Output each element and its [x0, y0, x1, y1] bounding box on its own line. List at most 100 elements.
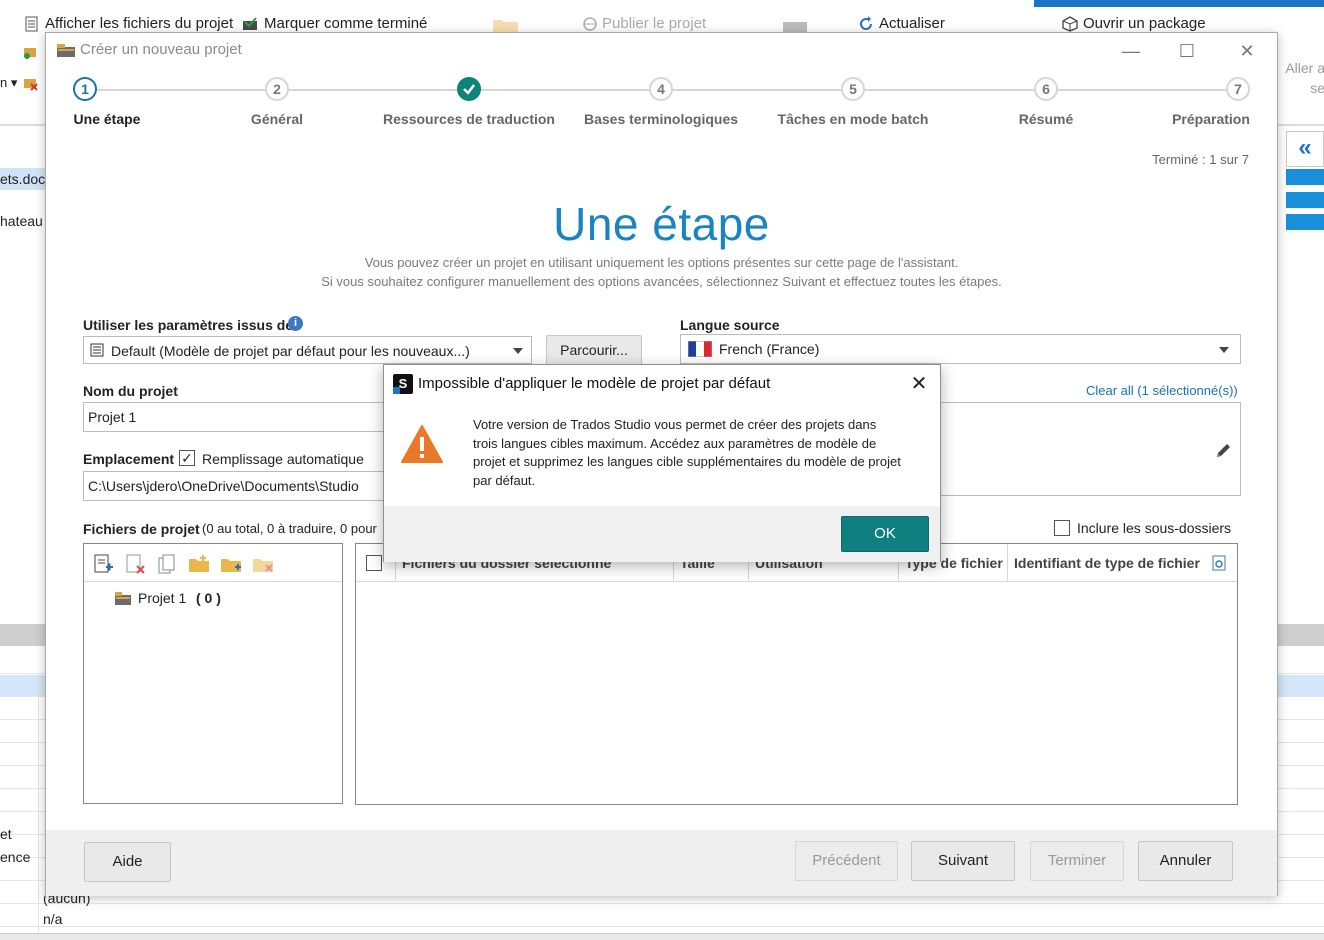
finish-button[interactable]: Terminer — [1030, 841, 1124, 881]
template-value: Default (Modèle de projet par défaut pou… — [111, 343, 470, 359]
step-6-circle[interactable]: 6 — [1034, 77, 1058, 101]
package-icon — [783, 22, 807, 32]
dialog-titlebar[interactable]: S Impossible d'appliquer le modèle de pr… — [384, 365, 940, 403]
ribbon-dropdown-fragment[interactable]: n ▾ — [0, 75, 17, 91]
background-title-accent — [1034, 0, 1324, 7]
step-3-label[interactable]: Ressources de traduction — [383, 111, 555, 127]
clear-all-link[interactable]: Clear all (1 sélectionné(s)) — [1086, 383, 1238, 398]
ribbon-publish[interactable]: Publier le projet — [602, 15, 706, 32]
tree-toolbar — [84, 544, 342, 582]
browse-button[interactable]: Parcourir... — [546, 335, 642, 365]
right-panel-bar — [1286, 192, 1324, 208]
step-2-label[interactable]: Général — [251, 111, 303, 127]
cancel-button[interactable]: Annuler — [1138, 841, 1233, 881]
maximize-button[interactable]: ☐ — [1167, 37, 1207, 65]
project-name-label: Nom du projet — [83, 383, 178, 399]
project-name-value: Projet 1 — [88, 409, 137, 425]
project-name-input[interactable]: Projet 1 — [83, 402, 403, 432]
warning-triangle-icon — [401, 425, 443, 463]
ok-button[interactable]: OK — [841, 516, 929, 552]
previous-button[interactable]: Précédent — [795, 841, 898, 881]
france-flag-icon — [688, 341, 712, 357]
trados-logo-icon: S — [393, 374, 413, 394]
column-settings-icon[interactable] — [1211, 555, 1227, 571]
goto-fragment[interactable]: Aller a se — [1285, 58, 1324, 98]
autofill-label: Remplissage automatique — [202, 451, 364, 467]
step-2-circle[interactable]: 2 — [265, 77, 289, 101]
add-folder-icon[interactable] — [188, 553, 210, 575]
project-files-label: Fichiers de projet — [83, 521, 200, 537]
remove-files-icon[interactable] — [124, 553, 146, 575]
collapse-panel-button[interactable]: « — [1286, 131, 1324, 167]
location-value: C:\Users\jdero\OneDrive\Documents\Studio — [88, 478, 359, 494]
step-7-circle[interactable]: 7 — [1226, 77, 1250, 101]
page-description-line1: Vous pouvez créer un projet en utilisant… — [364, 255, 959, 270]
add-files-icon[interactable] — [92, 553, 114, 575]
column-header-filetype-id[interactable]: Identifiant de type de fichier — [1008, 544, 1238, 582]
ribbon-open-package[interactable]: Ouvrir un package — [1083, 15, 1206, 32]
folder-icon — [493, 20, 518, 32]
template-select[interactable]: Default (Modèle de projet par défaut pou… — [83, 336, 532, 364]
page-heading: Une étape — [553, 198, 770, 250]
project-icon — [57, 44, 75, 57]
error-dialog: S Impossible d'appliquer le modèle de pr… — [383, 364, 941, 562]
step-4-circle[interactable]: 4 — [649, 77, 673, 101]
files-table: Fichiers du dossier sélectionné Taille U… — [355, 543, 1238, 805]
left-list-item[interactable]: ets.docx — [0, 168, 52, 190]
project-files-summary: (0 au total, 0 à traduire, 0 pour — [202, 521, 377, 536]
select-all-checkbox[interactable] — [366, 555, 382, 571]
ribbon-refresh[interactable]: Actualiser — [879, 15, 945, 32]
grid-row — [0, 905, 1324, 927]
refresh-icon — [860, 16, 872, 30]
tree-root-label[interactable]: Projet 1 — [138, 590, 186, 606]
help-button[interactable]: Aide — [84, 842, 171, 882]
copy-files-icon[interactable] — [156, 553, 178, 575]
minimize-button[interactable]: — — [1111, 37, 1151, 65]
chevron-down-icon — [1219, 347, 1229, 353]
location-label: Emplacement — [83, 451, 175, 467]
include-subfolders-checkbox[interactable] — [1054, 520, 1070, 536]
wizard-footer: Aide Précédent Suivant Terminer Annuler — [46, 830, 1277, 896]
ribbon-show-files[interactable]: Afficher les fichiers du projet — [45, 15, 233, 32]
remove-folder-icon[interactable] — [252, 553, 274, 575]
right-panel-bar — [1286, 169, 1324, 185]
source-language-select[interactable]: French (France) — [680, 334, 1241, 364]
pencil-icon[interactable] — [1215, 441, 1233, 459]
dialog-title: Impossible d'appliquer le modèle de proj… — [418, 375, 771, 392]
step-5-circle[interactable]: 5 — [841, 77, 865, 101]
grid-label: et — [0, 826, 12, 842]
grid-label: ence — [0, 849, 31, 865]
left-list-item[interactable]: hateau — [0, 213, 43, 229]
close-button[interactable]: ✕ — [1227, 37, 1267, 65]
next-button[interactable]: Suivant — [911, 841, 1015, 881]
project-tree-panel: Projet 1 ( 0 ) — [83, 543, 343, 804]
dialog-close-button[interactable]: ✕ — [906, 371, 932, 397]
include-subfolders-label: Inclure les sous-dossiers — [1077, 520, 1232, 536]
grid-value: n/a — [43, 911, 63, 927]
page-description-line2: Si vous souhaitez configurer manuellemen… — [321, 274, 1002, 289]
location-input[interactable]: C:\Users\jdero\OneDrive\Documents\Studio — [83, 471, 403, 501]
step-5-label[interactable]: Tâches en mode batch — [778, 111, 929, 127]
step-1-label[interactable]: Une étape — [74, 111, 141, 127]
wizard-titlebar[interactable]: Créer un nouveau projet — ☐ ✕ — [46, 33, 1277, 69]
globe-icon — [583, 17, 597, 31]
step-4-label[interactable]: Bases terminologiques — [584, 111, 738, 127]
info-icon[interactable]: i — [288, 316, 303, 331]
dialog-message: Votre version de Trados Studio vous perm… — [473, 417, 901, 488]
open-package-icon — [1062, 16, 1078, 32]
checkmark-icon — [463, 84, 475, 95]
wizard-title: Créer un nouveau projet — [80, 41, 242, 58]
background-status-bar — [0, 933, 1324, 940]
step-1-circle[interactable]: 1 — [73, 77, 97, 101]
template-icon — [90, 343, 104, 357]
step-7-label[interactable]: Préparation — [1172, 111, 1250, 127]
add-file-icon — [24, 48, 36, 59]
ribbon-mark-done[interactable]: Marquer comme terminé — [264, 15, 427, 32]
dialog-footer: OK — [384, 506, 940, 562]
add-subfolder-icon[interactable] — [220, 553, 242, 575]
mark-done-icon — [243, 17, 257, 30]
autofill-checkbox[interactable]: ✓ — [179, 450, 195, 466]
step-3-circle[interactable] — [457, 77, 481, 101]
source-language-label: Langue source — [680, 317, 780, 333]
step-6-label[interactable]: Résumé — [1019, 111, 1073, 127]
